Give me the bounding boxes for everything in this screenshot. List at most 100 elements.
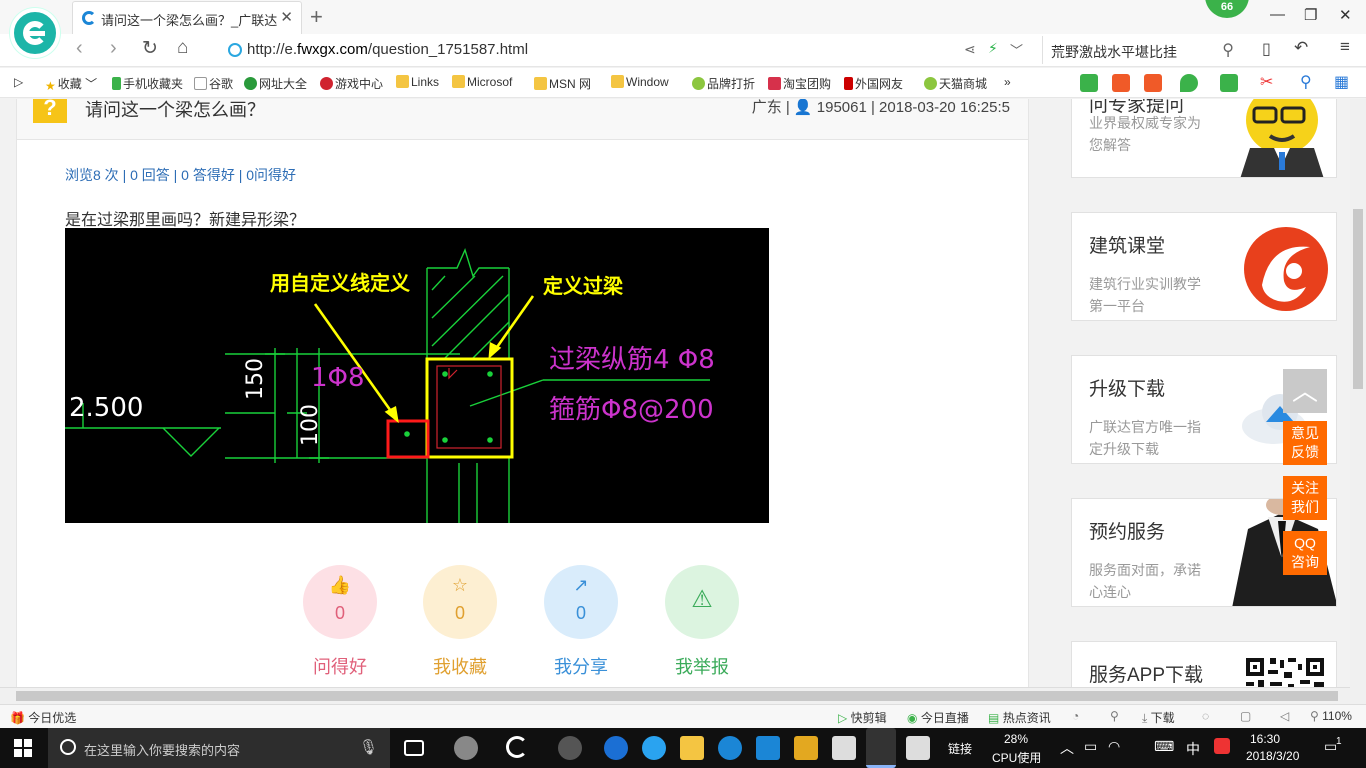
bookmark-discount[interactable]: 品牌打折: [692, 75, 755, 92]
report-label[interactable]: 我举报: [665, 653, 739, 679]
bookmark-sites[interactable]: 网址大全: [244, 75, 307, 92]
undo-icon[interactable]: ↶: [1294, 38, 1308, 58]
zoom-level[interactable]: ⚲ 110%: [1310, 709, 1352, 723]
tray-chevron-icon[interactable]: ︿: [1060, 738, 1074, 758]
share-circle[interactable]: ↗ 0: [544, 565, 618, 639]
bookmark-games[interactable]: 游戏中心: [320, 75, 383, 92]
follow-us-button[interactable]: 关注我们: [1283, 476, 1327, 520]
report-button[interactable]: ⚠ 我举报: [665, 565, 739, 679]
horizontal-scroll-thumb[interactable]: [16, 691, 1338, 701]
translate-icon[interactable]: [1220, 74, 1238, 92]
discount-icon[interactable]: [1144, 74, 1162, 92]
task-view-icon[interactable]: [404, 740, 424, 756]
close-window-icon[interactable]: ✕: [1339, 6, 1352, 24]
extension-icon[interactable]: [1080, 74, 1098, 92]
wifi-icon[interactable]: ◠: [1108, 738, 1120, 755]
bookmark-windows[interactable]: Window: [611, 75, 669, 89]
search-box[interactable]: 荒野激战水平堪比挂 ⚲: [1042, 36, 1242, 64]
speed-icon[interactable]: ◔: [1072, 709, 1079, 723]
taskbar-search-placeholder[interactable]: 在这里输入你要搜索的内容: [84, 740, 240, 759]
ie-icon[interactable]: [642, 736, 666, 760]
qr-code-icon[interactable]: [1244, 656, 1326, 687]
forward-icon[interactable]: ›: [110, 37, 117, 60]
share-label[interactable]: 我分享: [544, 653, 618, 679]
ask-expert-card[interactable]: 问专家提问 业界最权威专家为您解答: [1071, 99, 1337, 178]
battery-icon[interactable]: ▭: [1084, 738, 1097, 755]
good-question-label[interactable]: 问得好: [303, 653, 377, 679]
app-download-card[interactable]: 服务APP下载: [1071, 641, 1337, 687]
share-page-icon[interactable]: ⋖: [964, 41, 976, 58]
taskbar-search[interactable]: 在这里输入你要搜索的内容 🎙: [48, 728, 390, 768]
search-icon[interactable]: ⚲: [1222, 40, 1234, 60]
vertical-scrollbar[interactable]: [1350, 99, 1366, 704]
back-icon[interactable]: ‹: [76, 37, 83, 60]
good-question-button[interactable]: 👍 0 问得好: [303, 565, 377, 679]
pin-icon[interactable]: ⚲: [1110, 709, 1119, 723]
favorite-button[interactable]: ☆ 0 我收藏: [423, 565, 497, 679]
bookmark-mobile[interactable]: 手机收藏夹: [112, 75, 183, 92]
close-tab-icon[interactable]: ✕: [280, 8, 293, 26]
menu-icon[interactable]: ≡: [1340, 37, 1350, 57]
favorite-label[interactable]: 我收藏: [423, 653, 497, 679]
restore-icon[interactable]: ❐: [1304, 6, 1317, 24]
sidebar-toggle-icon[interactable]: ▷: [14, 75, 23, 89]
bookmark-google[interactable]: 谷歌: [194, 75, 233, 92]
new-tab-icon[interactable]: +: [310, 4, 323, 30]
volume-icon[interactable]: ◁: [1280, 709, 1289, 723]
quick-clip[interactable]: ▷ 快剪辑: [838, 709, 887, 726]
g-app-icon[interactable]: [718, 736, 742, 760]
notification-badge[interactable]: 66: [1205, 0, 1249, 18]
lightning-icon[interactable]: ⚡: [988, 40, 998, 57]
favorite-circle[interactable]: ☆ 0: [423, 565, 497, 639]
keyboard-icon[interactable]: ⌨: [1154, 738, 1174, 755]
sogou-icon[interactable]: [1214, 738, 1230, 754]
bookmark-links[interactable]: Links: [396, 75, 439, 89]
browser-logo-icon[interactable]: [10, 8, 60, 58]
horizontal-scrollbar[interactable]: [0, 687, 1350, 704]
bookmark-favorites[interactable]: ★ 收藏 ﹀: [45, 75, 97, 93]
back-to-top-button[interactable]: ︿: [1283, 369, 1327, 413]
chevron-down-icon[interactable]: ﹀: [1010, 40, 1023, 59]
window-icon[interactable]: ▢: [1240, 709, 1251, 723]
browser-app-icon[interactable]: [506, 736, 528, 758]
bookmark-taobao[interactable]: 淘宝团购: [768, 75, 831, 92]
reload-icon[interactable]: ↻: [142, 37, 158, 60]
shield-icon[interactable]: [1180, 74, 1198, 92]
more-bookmarks-icon[interactable]: »: [1004, 75, 1011, 89]
fan-app-icon[interactable]: [454, 736, 478, 760]
mobile-icon[interactable]: ▯: [1262, 39, 1271, 59]
url-text[interactable]: http://e.fwxgx.com/question_1751587.html: [247, 41, 528, 58]
bookmark-tmall[interactable]: 天猫商城: [924, 75, 987, 92]
ime-indicator[interactable]: 中: [1186, 739, 1200, 759]
notes-app-icon[interactable]: [794, 736, 818, 760]
tv-icon[interactable]: [1112, 74, 1130, 92]
address-bar[interactable]: http://e.fwxgx.com/question_1751587.html…: [218, 36, 1038, 64]
question-stats[interactable]: 浏览8 次 | 0 回答 | 0 答得好 | 0问得好: [65, 165, 296, 185]
help-app-icon[interactable]: [832, 736, 856, 760]
search-icon[interactable]: ⚲: [1300, 72, 1318, 91]
swirl-app-icon[interactable]: [558, 736, 582, 760]
downloads[interactable]: ⤓ 下载: [1142, 709, 1175, 726]
file-explorer-icon[interactable]: [680, 736, 704, 760]
clock-time[interactable]: 16:30: [1250, 732, 1280, 746]
tray-link[interactable]: 链接: [948, 740, 972, 757]
microphone-icon[interactable]: 🎙: [359, 738, 378, 756]
clock-date[interactable]: 2018/3/20: [1246, 749, 1299, 763]
home-icon[interactable]: ⌂: [177, 37, 188, 59]
daily-picks[interactable]: 🎁 今日优选: [10, 709, 76, 726]
clean-icon[interactable]: ◌: [1202, 709, 1209, 723]
browser-tab[interactable]: 请问这一个梁怎么画？_广联达服 ✕: [72, 1, 302, 34]
grid-icon[interactable]: ▦: [1334, 72, 1352, 91]
bookmark-foreign[interactable]: 外国网友: [844, 75, 903, 92]
vertical-scroll-thumb[interactable]: [1353, 209, 1363, 389]
active-browser-icon[interactable]: [866, 728, 896, 768]
building-class-card[interactable]: 建筑课堂 建筑行业实训教学第一平台: [1071, 212, 1337, 321]
help-app-icon-2[interactable]: [906, 736, 930, 760]
report-circle[interactable]: ⚠: [665, 565, 739, 639]
hot-news[interactable]: ▤ 热点资讯: [988, 709, 1051, 726]
edge-icon[interactable]: [604, 736, 628, 760]
windows-start-icon[interactable]: [14, 739, 32, 757]
bookmark-microsoft[interactable]: Microsof: [452, 75, 512, 89]
plus-app-icon[interactable]: [756, 736, 780, 760]
scissors-icon[interactable]: ✂: [1260, 72, 1278, 91]
